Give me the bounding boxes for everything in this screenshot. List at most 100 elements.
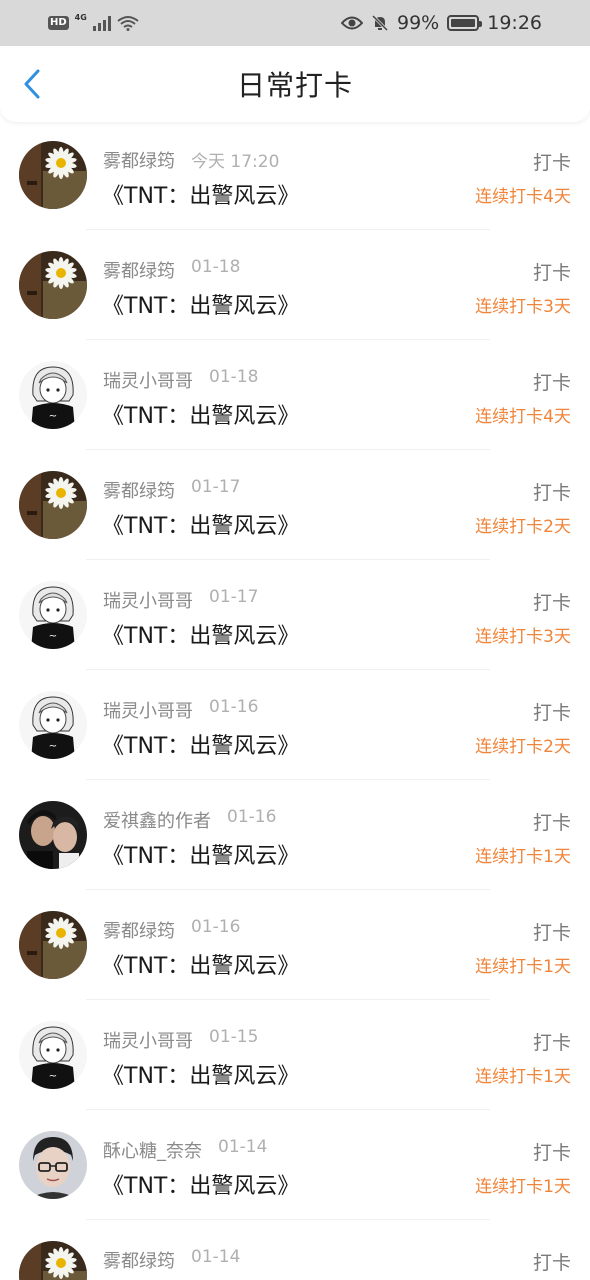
list-item[interactable]: ~ 瑞灵小哥哥 01-18 《TNT：出警风云》 打卡 连续打卡4天	[0, 340, 590, 450]
anime-avatar-image: ~	[19, 361, 87, 429]
book-title[interactable]: 《TNT：出警风云》	[102, 618, 299, 650]
avatar[interactable]: ~	[19, 691, 87, 759]
checkin-label: 打卡	[532, 482, 571, 504]
avatar[interactable]	[19, 1241, 87, 1280]
svg-text:~: ~	[49, 411, 57, 422]
user-name[interactable]: 酥心糖_奈奈	[103, 1137, 202, 1163]
daisy-avatar-image	[19, 141, 87, 209]
checkin-label: 打卡	[532, 592, 571, 614]
svg-text:~: ~	[49, 1071, 57, 1082]
list-item[interactable]: ~ 瑞灵小哥哥 01-17 《TNT：出警风云》 打卡 连续打卡3天	[0, 560, 590, 670]
avatar[interactable]	[19, 1131, 87, 1199]
bell-muted-icon	[371, 14, 389, 32]
book-title[interactable]: 《TNT：出警风云》	[102, 398, 299, 430]
signal-icon	[92, 15, 111, 31]
streak-badge: 连续打卡1天	[475, 1177, 571, 1197]
list-item[interactable]: 酥心糖_奈奈 01-14 《TNT：出警风云》 打卡 连续打卡1天	[0, 1110, 590, 1220]
list-item[interactable]: ~ 瑞灵小哥哥 01-15 《TNT：出警风云》 打卡 连续打卡1天	[0, 1000, 590, 1110]
author-line: 雾都绿筠 01-17	[103, 477, 240, 503]
eye-icon	[341, 16, 363, 30]
status-left: HD 4G	[48, 12, 139, 31]
author-line: 瑞灵小哥哥 01-17	[103, 587, 258, 613]
book-title[interactable]: 《TNT：出警风云》	[102, 948, 299, 980]
author-line: 瑞灵小哥哥 01-15	[103, 1027, 258, 1053]
avatar[interactable]	[19, 801, 87, 869]
clock: 19:26	[487, 12, 542, 34]
user-name[interactable]: 雾都绿筠	[103, 147, 175, 173]
user-name[interactable]: 瑞灵小哥哥	[103, 697, 193, 723]
avatar[interactable]	[19, 471, 87, 539]
book-title[interactable]: 《TNT：出警风云》	[102, 1058, 299, 1090]
post-time: 01-16	[191, 917, 241, 937]
avatar[interactable]	[19, 141, 87, 209]
post-time: 01-17	[209, 587, 259, 607]
streak-badge: 连续打卡1天	[475, 847, 571, 867]
list-item[interactable]: ~ 瑞灵小哥哥 01-16 《TNT：出警风云》 打卡 连续打卡2天	[0, 670, 590, 780]
post-time: 今天 17:20	[191, 152, 280, 172]
anime-avatar-image: ~	[19, 1021, 87, 1089]
anime-avatar-image: ~	[19, 691, 87, 759]
user-name[interactable]: 雾都绿筠	[103, 477, 175, 503]
streak-badge: 连续打卡3天	[475, 297, 571, 317]
nav-header: 日常打卡	[0, 46, 590, 122]
book-title[interactable]: 《TNT：出警风云》	[102, 288, 299, 320]
author-line: 雾都绿筠 01-16	[103, 917, 240, 943]
user-name[interactable]: 爱祺鑫的作者	[103, 807, 211, 833]
author-line: 瑞灵小哥哥 01-16	[103, 697, 258, 723]
user-name[interactable]: 雾都绿筠	[103, 917, 175, 943]
svg-text:~: ~	[49, 631, 57, 642]
author-line: 雾都绿筠 01-14	[103, 1247, 240, 1273]
list-item[interactable]: 爱祺鑫的作者 01-16 《TNT：出警风云》 打卡 连续打卡1天	[0, 780, 590, 890]
list-item[interactable]: 雾都绿筠 01-14 打卡	[0, 1220, 590, 1280]
book-title[interactable]: 《TNT：出警风云》	[102, 838, 299, 870]
photo-avatar-image	[19, 801, 87, 869]
post-time: 01-14	[218, 1137, 268, 1157]
wifi-icon	[117, 15, 139, 31]
checkin-label: 打卡	[532, 1252, 571, 1274]
list-item[interactable]: 雾都绿筠 01-18 《TNT：出警风云》 打卡 连续打卡3天	[0, 230, 590, 340]
streak-badge: 连续打卡4天	[475, 407, 571, 427]
daisy-avatar-image	[19, 911, 87, 979]
book-title[interactable]: 《TNT：出警风云》	[102, 1168, 299, 1200]
book-title[interactable]: 《TNT：出警风云》	[102, 508, 299, 540]
user-name[interactable]: 瑞灵小哥哥	[103, 367, 193, 393]
author-line: 瑞灵小哥哥 01-18	[103, 367, 258, 393]
checkin-label: 打卡	[532, 1032, 571, 1054]
back-button[interactable]	[14, 66, 50, 102]
list-item[interactable]: 雾都绿筠 01-16 《TNT：出警风云》 打卡 连续打卡1天	[0, 890, 590, 1000]
author-line: 酥心糖_奈奈 01-14	[103, 1137, 267, 1163]
user-name[interactable]: 瑞灵小哥哥	[103, 587, 193, 613]
checkin-label: 打卡	[532, 152, 571, 174]
post-time: 01-16	[209, 697, 259, 717]
streak-badge: 连续打卡4天	[475, 187, 571, 207]
author-line: 雾都绿筠 今天 17:20	[103, 147, 279, 173]
avatar[interactable]: ~	[19, 361, 87, 429]
battery-icon	[447, 15, 483, 31]
user-name[interactable]: 瑞灵小哥哥	[103, 1027, 193, 1053]
svg-text:~: ~	[49, 741, 57, 752]
checkin-label: 打卡	[532, 812, 571, 834]
avatar[interactable]	[19, 911, 87, 979]
checkin-label: 打卡	[532, 262, 571, 284]
streak-badge: 连续打卡1天	[475, 1067, 571, 1087]
user-name[interactable]: 雾都绿筠	[103, 257, 175, 283]
avatar[interactable]	[19, 251, 87, 319]
status-bar: HD 4G 99% 19:26	[0, 0, 590, 46]
book-title[interactable]: 《TNT：出警风云》	[102, 728, 299, 760]
book-title[interactable]: 《TNT：出警风云》	[102, 178, 299, 210]
author-line: 爱祺鑫的作者 01-16	[103, 807, 276, 833]
post-time: 01-17	[191, 477, 241, 497]
list-item[interactable]: 雾都绿筠 01-17 《TNT：出警风云》 打卡 连续打卡2天	[0, 450, 590, 560]
post-time: 01-18	[191, 257, 241, 277]
streak-badge: 连续打卡3天	[475, 627, 571, 647]
avatar[interactable]: ~	[19, 1021, 87, 1089]
list-item[interactable]: 雾都绿筠 今天 17:20 《TNT：出警风云》 打卡 连续打卡4天	[0, 120, 590, 230]
checkin-label: 打卡	[532, 372, 571, 394]
avatar[interactable]: ~	[19, 581, 87, 649]
post-time: 01-14	[191, 1247, 241, 1267]
network-type: 4G	[74, 12, 87, 22]
user-name[interactable]: 雾都绿筠	[103, 1247, 175, 1273]
post-time: 01-15	[209, 1027, 259, 1047]
author-line: 雾都绿筠 01-18	[103, 257, 240, 283]
streak-badge: 连续打卡1天	[475, 957, 571, 977]
